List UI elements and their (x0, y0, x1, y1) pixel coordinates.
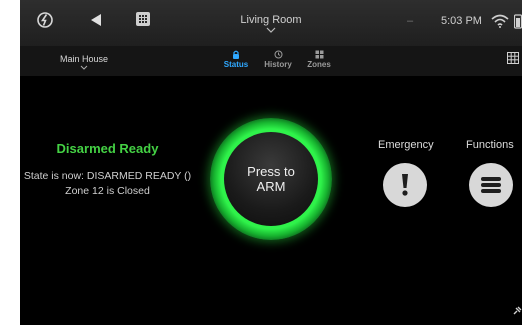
top-bar: Living Room – 5:03 PM (20, 0, 522, 46)
functions-button[interactable] (469, 163, 513, 207)
tab-label: Status (223, 60, 249, 69)
zones-icon (315, 50, 323, 59)
status-state-text: State is now: DISARMED READY () (23, 170, 192, 182)
status-zone-text: Zone 12 is Closed (65, 185, 150, 197)
tab-label: Zones (307, 60, 331, 69)
battery-icon (513, 13, 522, 34)
arm-button-line1: Press to (247, 164, 295, 179)
separator: – (407, 15, 414, 27)
tab-status[interactable]: Status (216, 50, 256, 69)
settings-corner-icon[interactable] (513, 306, 522, 315)
location-label: Main House (60, 54, 109, 64)
location-selector[interactable]: Main House (60, 54, 108, 70)
functions-label: Functions (466, 139, 514, 151)
status-title: Disarmed Ready (56, 141, 159, 156)
tab-label: History (264, 60, 292, 69)
tab-zones[interactable]: Zones (299, 50, 339, 69)
history-icon (274, 50, 282, 59)
arm-button[interactable]: Press to ARM (224, 132, 318, 226)
clock: 5:03 PM (441, 15, 482, 27)
grid-icon[interactable] (507, 52, 519, 64)
panel-screen: Living Room – 5:03 PM Main House Status … (20, 0, 522, 325)
emergency-label: Emergency (378, 139, 434, 151)
exclamation-icon (402, 174, 408, 196)
tab-history[interactable]: History (258, 50, 298, 69)
wifi-icon (491, 14, 509, 33)
tab-bar: Main House Status History Zones (20, 46, 522, 76)
emergency-button[interactable] (383, 163, 427, 207)
chevron-down-icon (80, 65, 88, 70)
chevron-down-icon (266, 27, 276, 33)
lock-icon (233, 50, 239, 59)
arm-button-line2: ARM (256, 179, 286, 194)
room-label: Living Room (240, 14, 302, 26)
menu-icon (481, 177, 501, 193)
